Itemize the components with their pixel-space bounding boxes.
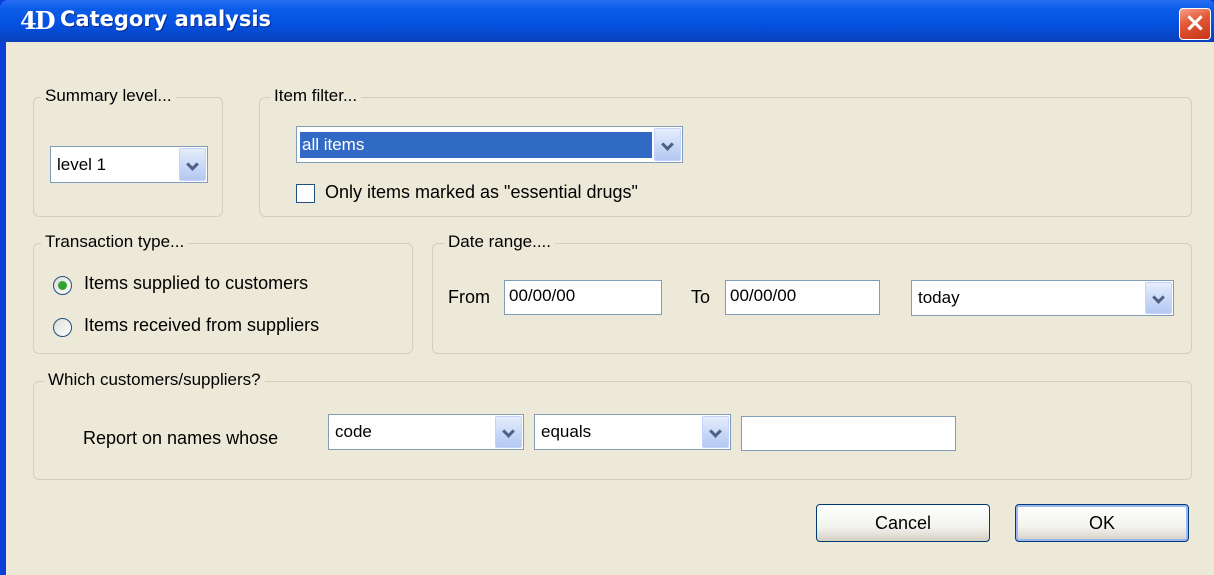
window-title: Category analysis [60,7,272,31]
item-filter-legend: Item filter... [270,86,362,106]
name-field-value: code [335,422,372,441]
name-value-input[interactable] [741,416,956,451]
transaction-type-group [33,243,413,354]
essential-drugs-label[interactable]: Only items marked as "essential drugs" [325,182,638,203]
to-date-input[interactable]: 00/00/00 [725,280,880,315]
essential-drugs-checkbox[interactable] [296,184,315,203]
transaction-type-legend: Transaction type... [41,232,189,252]
chevron-down-icon[interactable] [495,416,522,448]
cancel-button-label: Cancel [874,513,932,533]
close-button[interactable]: × [1179,8,1211,40]
report-on-label: Report on names whose [83,428,279,448]
dialog-window: 4D Category analysis × Summary level... … [0,0,1214,575]
from-label: From [448,287,490,307]
item-filter-select[interactable]: all items [296,126,683,163]
from-date-input[interactable]: 00/00/00 [504,280,662,315]
date-preset-select[interactable]: today [911,280,1174,316]
radio-items-received[interactable] [53,318,72,337]
date-preset-value: today [918,288,960,307]
ok-button[interactable]: OK [1015,504,1189,542]
operator-value: equals [541,422,592,441]
summary-level-select[interactable]: level 1 [50,146,208,183]
to-label: To [691,287,711,307]
dialog-body: Summary level... level 1 Item filter... … [6,42,1214,575]
which-names-legend: Which customers/suppliers? [44,370,265,390]
radio-items-received-label[interactable]: Items received from suppliers [84,315,319,336]
ok-button-label: OK [1088,513,1115,533]
summary-level-legend: Summary level... [41,86,176,106]
title-bar[interactable]: 4D Category analysis × [0,0,1214,42]
close-icon: × [1184,8,1206,38]
chevron-down-icon[interactable] [1145,282,1172,314]
chevron-down-icon[interactable] [702,416,729,448]
chevron-down-icon[interactable] [179,148,206,181]
name-field-select[interactable]: code [328,414,524,450]
radio-items-supplied-label[interactable]: Items supplied to customers [84,273,308,294]
chevron-down-icon[interactable] [654,128,681,161]
app-logo-icon: 4D [20,6,55,35]
radio-items-supplied[interactable] [53,276,72,295]
date-range-legend: Date range.... [444,232,556,252]
summary-level-value: level 1 [57,154,107,174]
operator-select[interactable]: equals [534,414,731,450]
cancel-button[interactable]: Cancel [816,504,990,542]
item-filter-value: all items [300,131,652,158]
